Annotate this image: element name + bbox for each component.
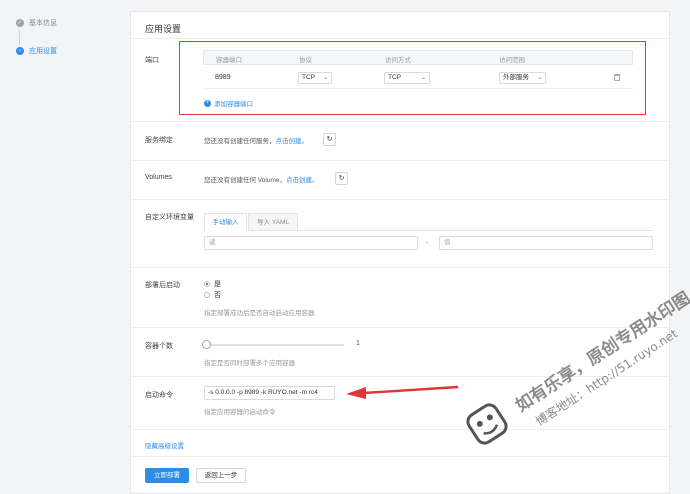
radio-checked-icon xyxy=(204,281,210,287)
create-volume-link[interactable]: 点击创建。 xyxy=(286,177,319,184)
replicas-value: 1 xyxy=(356,340,360,347)
tab-underline xyxy=(298,230,653,231)
hide-advanced-link[interactable]: 隐藏高级设置 xyxy=(145,440,184,450)
step-connector xyxy=(19,30,20,44)
tab-manual-input[interactable]: 手动输入 xyxy=(204,213,247,231)
autostart-help: 指定部署成功后是否自动启动应用容器 xyxy=(204,310,315,317)
service-binding-hint: 您还没有创建任何服务，点击创建。 xyxy=(204,135,308,145)
env-key-input[interactable]: 键 xyxy=(204,236,418,250)
back-button[interactable]: 返回上一步 xyxy=(196,468,246,483)
replicas-label: 容器个数 xyxy=(145,343,173,350)
refresh-icon: ↻ xyxy=(326,136,333,143)
replicas-help: 指定是否同时部署多个应用容器 xyxy=(204,360,295,367)
service-binding-label: 服务绑定 xyxy=(145,137,173,144)
replicas-slider-handle[interactable] xyxy=(202,340,211,349)
step-label: 基本信息 xyxy=(29,20,57,27)
divider xyxy=(131,121,669,122)
step-app-settings[interactable]: › 应用设置 xyxy=(16,46,57,56)
volumes-hint-text: 您还没有创建任何 Volume， xyxy=(204,177,286,184)
ports-label: 端口 xyxy=(145,57,159,64)
command-input[interactable]: -s 0.0.0.0 -p 8989 -k RUYO.net -m rc4 xyxy=(204,386,335,400)
deploy-button[interactable]: 立即部署 xyxy=(145,468,189,483)
divider xyxy=(131,160,669,161)
replicas-slider-track[interactable] xyxy=(206,344,344,346)
arrow-right-icon: › xyxy=(16,47,24,55)
refresh-services-button[interactable]: ↻ xyxy=(323,133,336,146)
check-icon: ✓ xyxy=(16,19,24,27)
divider xyxy=(131,199,669,200)
command-help: 指定应用容器的启动命令 xyxy=(204,409,276,416)
refresh-icon: ↻ xyxy=(338,175,345,182)
step-label: 应用设置 xyxy=(29,48,57,55)
service-hint-text: 您还没有创建任何服务， xyxy=(204,138,276,145)
radio-label: 否 xyxy=(214,292,221,299)
create-service-link[interactable]: 点击创建。 xyxy=(276,138,309,145)
autostart-yes-radio[interactable]: 是 xyxy=(204,279,221,289)
divider xyxy=(131,376,669,377)
env-separator: - xyxy=(426,240,429,247)
divider xyxy=(131,327,669,328)
env-value-input[interactable]: 值 xyxy=(439,236,653,250)
autostart-label: 部署后启动 xyxy=(145,282,180,289)
refresh-volumes-button[interactable]: ↻ xyxy=(335,172,348,185)
env-label: 自定义环境变量 xyxy=(145,214,194,221)
step-basic-info[interactable]: ✓ 基本信息 xyxy=(16,18,57,28)
autostart-no-radio[interactable]: 否 xyxy=(204,290,221,300)
divider xyxy=(131,456,669,457)
panel-title: 应用设置 xyxy=(145,24,182,34)
red-arrow-annotation xyxy=(346,385,459,399)
radio-unchecked-icon xyxy=(204,292,210,298)
radio-label: 是 xyxy=(214,281,221,288)
highlight-box xyxy=(179,41,646,115)
volumes-hint: 您还没有创建任何 Volume，点击创建。 xyxy=(204,174,319,184)
tab-import-yaml[interactable]: 导入 YAML xyxy=(248,213,298,231)
command-label: 启动命令 xyxy=(145,392,173,399)
volumes-label: Volumes xyxy=(145,174,172,181)
divider xyxy=(131,38,669,39)
divider xyxy=(131,429,669,430)
divider xyxy=(131,267,669,268)
